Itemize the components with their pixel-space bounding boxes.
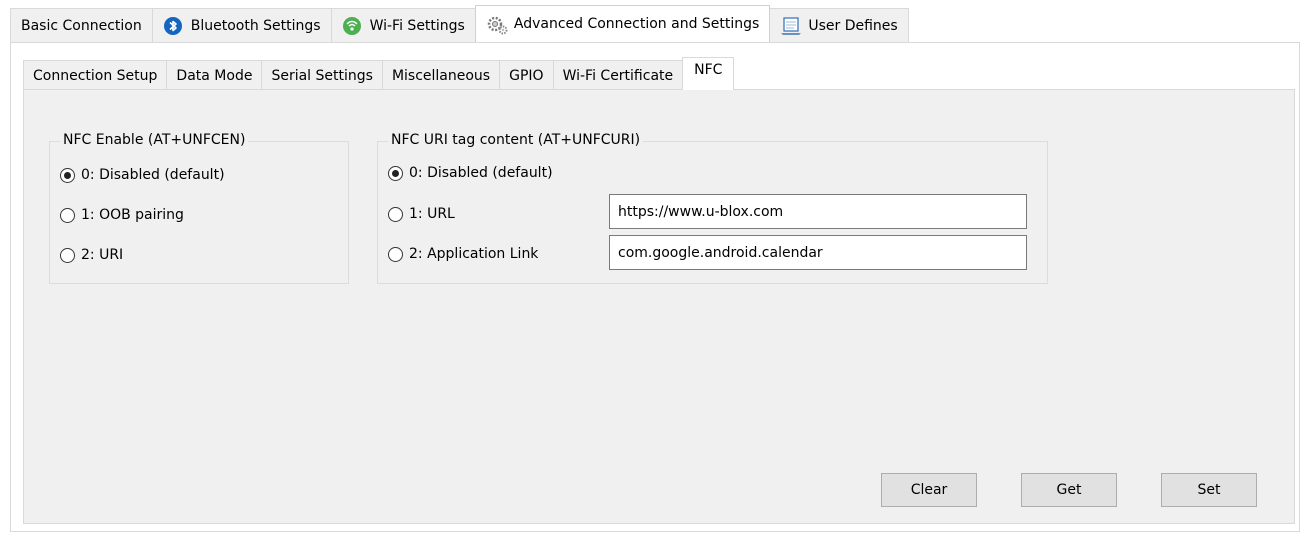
subtab-miscellaneous[interactable]: Miscellaneous	[381, 60, 501, 90]
main-tab-strip: Basic Connection Bluetooth Settings Wi-F…	[10, 5, 909, 42]
notepad-icon	[780, 16, 802, 36]
gears-icon	[486, 14, 508, 35]
nfc-enable-option-disabled[interactable]: 0: Disabled (default)	[60, 167, 225, 183]
tab-bluetooth-settings[interactable]: Bluetooth Settings	[151, 8, 332, 42]
radio-label: 2: Application Link	[409, 246, 539, 262]
subtab-label: Wi-Fi Certificate	[562, 67, 674, 84]
radio-label: 1: URL	[409, 206, 455, 222]
sub-tab-strip: Connection Setup Data Mode Serial Settin…	[23, 57, 735, 90]
get-button[interactable]: Get	[1021, 473, 1117, 507]
tab-basic-connection[interactable]: Basic Connection	[10, 8, 153, 42]
radio-button[interactable]	[60, 167, 75, 183]
tab-user-defines[interactable]: User Defines	[769, 8, 909, 42]
subtab-label: Serial Settings	[271, 67, 373, 84]
set-button[interactable]: Set	[1161, 473, 1257, 507]
radio-button[interactable]	[388, 246, 403, 262]
nfc-panel: NFC Enable (AT+UNFCEN) 0: Disabled (defa…	[23, 89, 1295, 524]
nfc-enable-option-uri[interactable]: 2: URI	[60, 247, 123, 263]
subtab-label: Miscellaneous	[391, 67, 491, 84]
tab-wifi-settings[interactable]: Wi-Fi Settings	[330, 8, 476, 42]
tab-advanced-connection[interactable]: Advanced Connection and Settings	[474, 5, 771, 42]
subtab-serial-settings[interactable]: Serial Settings	[261, 60, 383, 90]
subtab-data-mode[interactable]: Data Mode	[166, 60, 263, 90]
radio-button[interactable]	[60, 207, 75, 223]
radio-button[interactable]	[60, 247, 75, 263]
nfc-uri-option-disabled[interactable]: 0: Disabled (default)	[388, 165, 553, 181]
group-title: NFC URI tag content (AT+UNFCURI)	[388, 132, 644, 148]
wifi-icon	[342, 16, 362, 36]
tab-label: Wi-Fi Settings	[369, 17, 465, 34]
radio-label: 2: URI	[81, 247, 124, 263]
radio-label: 0: Disabled (default)	[81, 167, 225, 183]
nfc-uri-option-app-link[interactable]: 2: Application Link	[388, 246, 538, 262]
nfc-uri-option-url[interactable]: 1: URL	[388, 206, 455, 222]
subtab-connection-setup[interactable]: Connection Setup	[23, 60, 168, 90]
app-link-input[interactable]: com.google.android.calendar	[609, 235, 1027, 270]
url-input[interactable]: https://www.u-blox.com	[609, 194, 1027, 229]
subtab-label: Data Mode	[176, 67, 253, 84]
subtab-nfc[interactable]: NFC	[682, 57, 735, 90]
subtab-gpio[interactable]: GPIO	[499, 60, 554, 90]
tab-label: Basic Connection	[21, 17, 142, 34]
nfc-enable-option-oob[interactable]: 1: OOB pairing	[60, 207, 184, 223]
radio-label: 0: Disabled (default)	[409, 165, 553, 181]
bluetooth-icon	[163, 16, 183, 36]
nfc-uri-group: NFC URI tag content (AT+UNFCURI) 0: Disa…	[377, 132, 1048, 284]
nfc-enable-group: NFC Enable (AT+UNFCEN) 0: Disabled (defa…	[49, 132, 349, 284]
subtab-label: GPIO	[509, 67, 544, 84]
radio-label: 1: OOB pairing	[81, 207, 184, 223]
subtab-label: NFC	[694, 62, 723, 78]
tab-label: Advanced Connection and Settings	[513, 16, 760, 32]
subtab-wifi-certificate[interactable]: Wi-Fi Certificate	[552, 60, 684, 90]
group-title: NFC Enable (AT+UNFCEN)	[60, 132, 249, 148]
radio-button[interactable]	[388, 165, 403, 181]
tab-label: Bluetooth Settings	[190, 17, 321, 34]
subtab-label: Connection Setup	[33, 67, 158, 84]
clear-button[interactable]: Clear	[881, 473, 977, 507]
tab-label: User Defines	[808, 17, 898, 34]
radio-button[interactable]	[388, 206, 403, 222]
